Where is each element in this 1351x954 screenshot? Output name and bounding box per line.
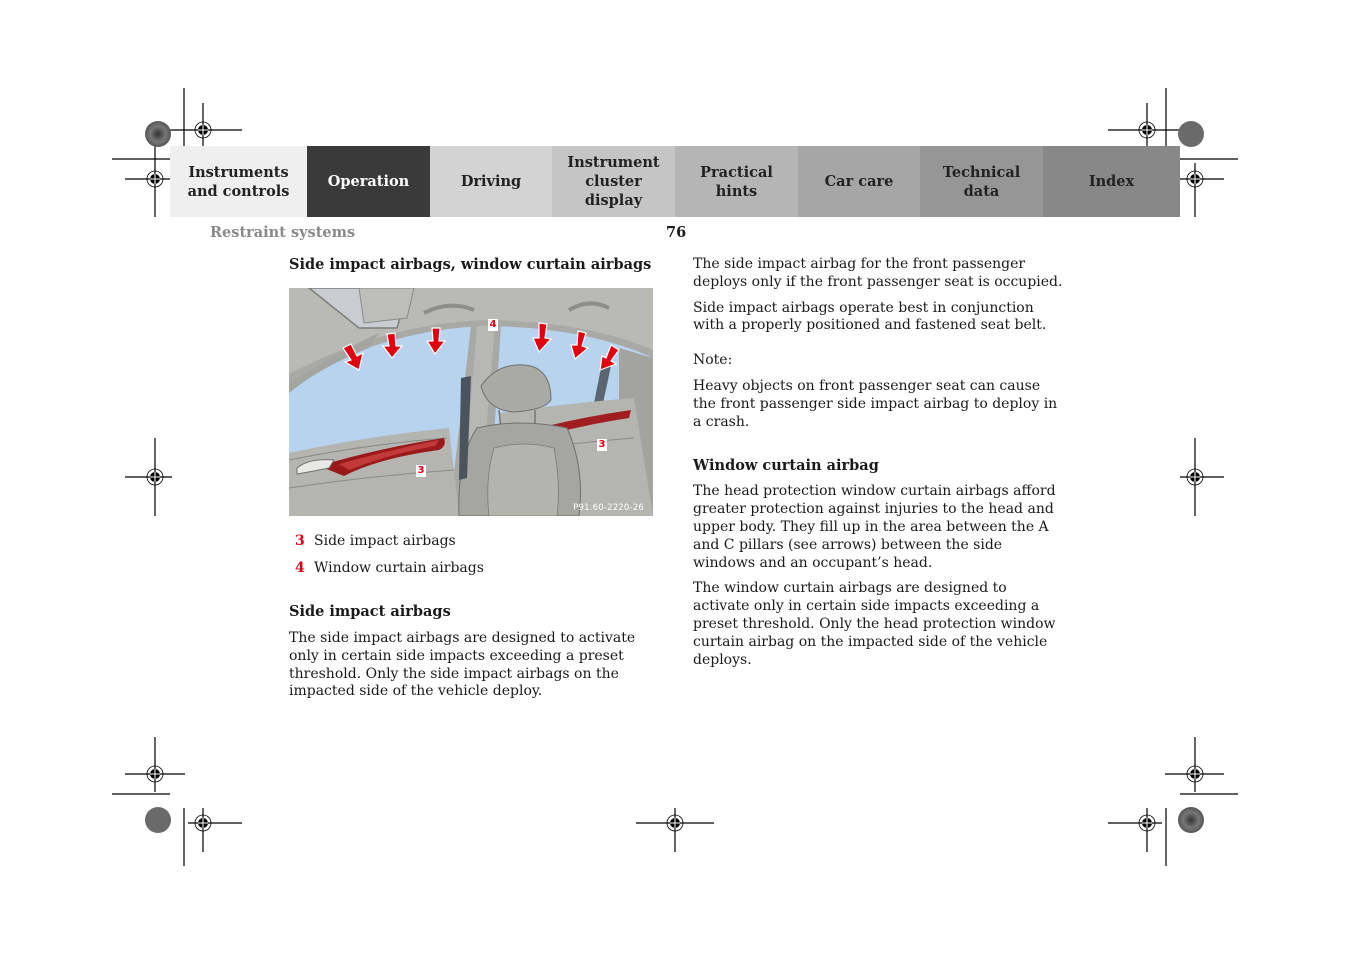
tab-index[interactable]: Index <box>1043 146 1180 217</box>
tab-label: Operation <box>327 173 410 190</box>
legend-text: Window curtain airbags <box>314 560 484 576</box>
tab-operation[interactable]: Operation <box>307 146 430 217</box>
tab-label: Instruments and controls <box>187 163 290 200</box>
legend-text: Side impact airbags <box>314 533 456 549</box>
tab-car-care[interactable]: Car care <box>798 146 920 217</box>
right-column: The side impact airbag for the front pas… <box>693 256 1063 669</box>
figure-heading: Side impact airbags, window curtain airb… <box>289 256 652 273</box>
window-curtain-paragraph-1: The head protection window curtain airba… <box>693 483 1056 571</box>
callout-3-rear: 3 <box>597 439 607 451</box>
figure-code: P91.60-2220-26 <box>573 503 644 513</box>
page-number: 76 <box>666 224 687 241</box>
tab-technical-data[interactable]: Technical data <box>920 146 1043 217</box>
tab-driving[interactable]: Driving <box>430 146 552 217</box>
note-text: Heavy objects on front passenger seat ca… <box>693 377 1058 430</box>
airbag-illustration: 4 3 3 P91.60-2220-26 <box>289 288 653 516</box>
legend-item: 3 Side impact airbags <box>295 532 484 550</box>
legend-number: 4 <box>295 560 305 576</box>
tab-label: Driving <box>460 173 522 190</box>
tab-label: Practical hints <box>700 163 773 200</box>
tab-instruments-and-controls[interactable]: Instruments and controls <box>170 146 307 217</box>
callout-4: 4 <box>488 319 498 331</box>
window-curtain-heading: Window curtain airbag <box>693 457 879 475</box>
tab-label: Index <box>1088 173 1135 190</box>
tab-label: Technical data <box>942 163 1021 200</box>
side-impact-section: Side impact airbags The side impact airb… <box>289 603 659 701</box>
legend-number: 3 <box>295 533 305 549</box>
callout-3-front: 3 <box>416 465 426 477</box>
front-passenger-paragraph: The side impact airbag for the front pas… <box>693 256 1063 290</box>
tab-label: Car care <box>824 173 894 190</box>
tab-practical-hints[interactable]: Practical hints <box>675 146 798 217</box>
section-title: Restraint systems <box>210 224 356 241</box>
seat-belt-paragraph: Side impact airbags operate best in conj… <box>693 299 1047 334</box>
left-column: Side impact airbags, window curtain airb… <box>289 256 659 274</box>
note-label: Note: <box>693 352 733 369</box>
chapter-tabs: Instruments and controls Operation Drivin… <box>170 146 1180 217</box>
window-curtain-paragraph-2: The window curtain airbags are designed … <box>693 580 1056 668</box>
tab-instrument-cluster-display[interactable]: Instrument cluster display <box>552 146 675 217</box>
figure-legend: 3 Side impact airbags 4 Window curtain a… <box>295 532 484 586</box>
legend-item: 4 Window curtain airbags <box>295 559 484 577</box>
registration-marks <box>112 88 1238 866</box>
tab-label: Instrument cluster display <box>567 154 660 209</box>
side-impact-paragraph: The side impact airbags are designed to … <box>289 630 636 700</box>
side-impact-heading: Side impact airbags <box>289 603 451 620</box>
